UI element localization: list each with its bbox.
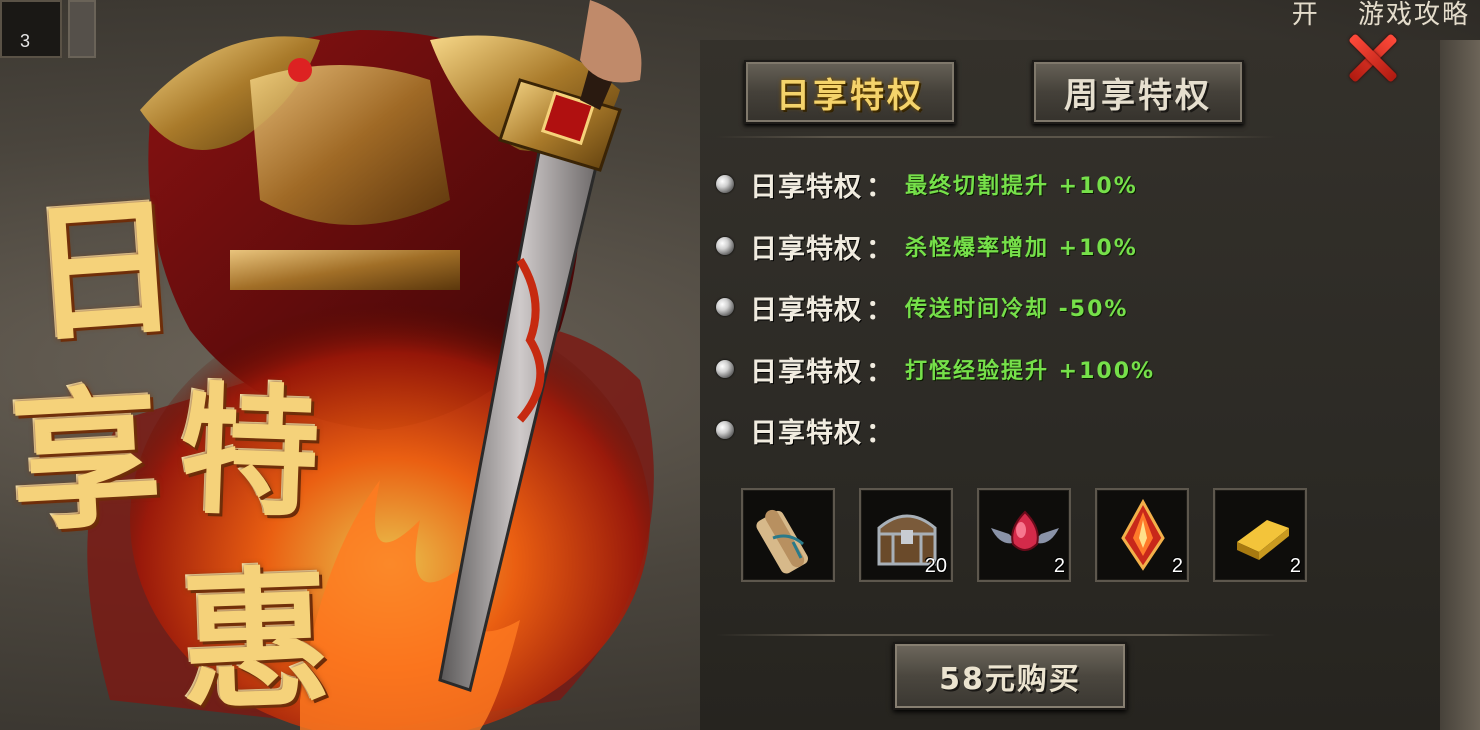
perk-colon: ：: [866, 233, 893, 265]
item-qty: 2: [1289, 555, 1301, 577]
item-qty: 2: [1171, 555, 1183, 577]
bullet-icon: [716, 360, 734, 378]
game-guide-link[interactable]: 游戏攻略: [1358, 0, 1470, 30]
perk-row: 日享特权 ： 杀怪爆率增加 +10%: [716, 226, 1138, 266]
perk-label: 日享特权: [750, 356, 862, 388]
bullet-icon: [716, 421, 734, 439]
hero-illustration: 日 享 特 惠: [0, 0, 720, 730]
perk-colon: ：: [866, 294, 893, 326]
panel-rock-edge: [1440, 40, 1480, 730]
reward-slot-gold[interactable]: 2: [1213, 488, 1307, 582]
tab-daily-privilege[interactable]: 日享特权: [744, 60, 956, 124]
buy-button[interactable]: 58元购买: [893, 642, 1127, 710]
perk-desc: 传送时间冷却 -50%: [905, 297, 1129, 322]
perk-colon: ：: [866, 417, 893, 449]
perk-colon: ：: [866, 356, 893, 388]
perk-label: 日享特权: [750, 417, 862, 449]
promo-char-2: 享: [6, 369, 166, 553]
close-icon[interactable]: [1346, 32, 1398, 84]
divider-bottom: [716, 634, 1276, 636]
perk-row: 日享特权 ： 最终切割提升 +10%: [716, 164, 1138, 204]
gold-bar-icon: [1237, 520, 1289, 560]
red-gem-icon: [991, 510, 1059, 551]
bullet-icon: [716, 298, 734, 316]
reward-slot-gem[interactable]: 2: [977, 488, 1071, 582]
item-qty: 2: [1053, 555, 1065, 577]
perk-label: 日享特权: [750, 233, 862, 265]
flame-crystal-icon: [1121, 498, 1165, 571]
reward-slot-crystal[interactable]: 2: [1095, 488, 1189, 582]
scroll-icon: [756, 509, 808, 574]
reward-slot-chest[interactable]: 20: [859, 488, 953, 582]
bullet-icon: [716, 175, 734, 193]
perk-desc: 最终切割提升 +10%: [905, 174, 1138, 199]
perk-colon: ：: [866, 171, 893, 203]
perk-row: 日享特权 ：: [716, 410, 905, 450]
perk-row: 日享特权 ： 打怪经验提升 +100%: [716, 349, 1155, 389]
promo-char-4: 惠: [177, 550, 334, 730]
perk-row: 日享特权 ： 传送时间冷却 -50%: [716, 287, 1128, 327]
divider-top: [716, 136, 1276, 138]
tab-weekly-privilege[interactable]: 周享特权: [1032, 60, 1244, 124]
top-right-partial-label[interactable]: 开: [1292, 0, 1320, 30]
reward-slot-scroll[interactable]: [741, 488, 835, 582]
perk-label: 日享特权: [750, 294, 862, 326]
perk-label: 日享特权: [750, 171, 862, 203]
bullet-icon: [716, 237, 734, 255]
top-right-links: 开 游戏攻略: [1292, 0, 1470, 31]
promo-char-3: 特: [176, 368, 323, 538]
perk-desc: 杀怪爆率增加 +10%: [905, 236, 1138, 261]
item-qty: 20: [924, 555, 947, 577]
game-scene: 3 开 游戏攻略 日 享 特 惠 日享特权 周享特权 日享特权 ： 最终切割提升…: [0, 0, 1480, 730]
perk-desc: 打怪经验提升 +100%: [905, 359, 1156, 384]
